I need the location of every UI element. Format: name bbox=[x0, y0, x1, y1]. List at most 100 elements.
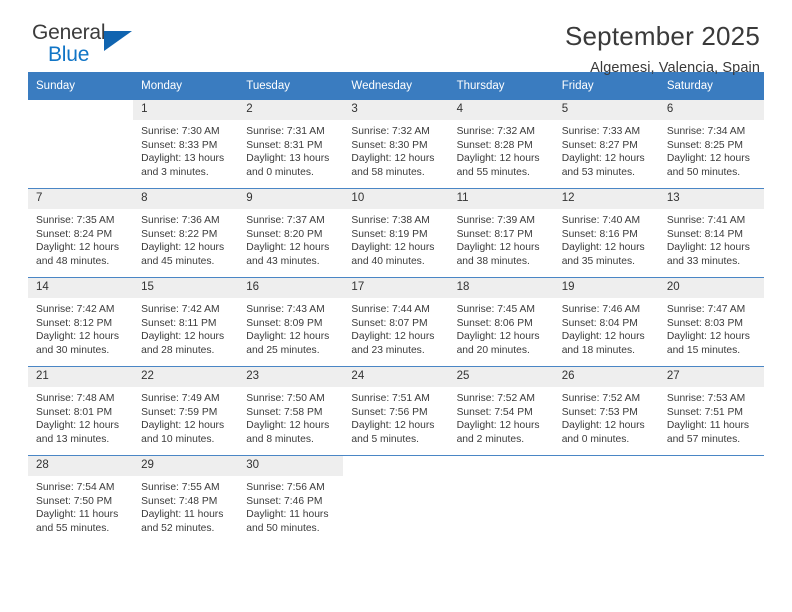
day-number bbox=[553, 456, 659, 476]
day-number: 10 bbox=[343, 189, 449, 209]
sunset-text: Sunset: 8:16 PM bbox=[561, 228, 638, 240]
calendar-week-row: 28 Sunrise: 7:54 AM Sunset: 7:50 PM Dayligh… bbox=[28, 455, 764, 544]
day-details: Sunrise: 7:48 AM Sunset: 8:01 PM Daylight:… bbox=[28, 387, 133, 446]
calendar-page: General Blue September 2025 Algemesi, Va… bbox=[0, 0, 792, 612]
sunset-text: Sunset: 8:27 PM bbox=[561, 139, 638, 151]
calendar-header-row: Sunday Monday Tuesday Wednesday Thursday… bbox=[28, 72, 764, 100]
calendar-day-cell[interactable]: 19 Sunrise: 7:46 AM Sunset: 8:04 PM Dayligh… bbox=[553, 277, 659, 367]
calendar-day-cell[interactable]: 13 Sunrise: 7:41 AM Sunset: 8:14 PM Dayligh… bbox=[658, 188, 764, 278]
calendar-week-row: 14 Sunrise: 7:42 AM Sunset: 8:12 PM Dayligh… bbox=[28, 277, 764, 367]
daylight-text-line1: Daylight: 11 hours bbox=[36, 509, 119, 521]
day-details: Sunrise: 7:34 AM Sunset: 8:25 PM Daylight:… bbox=[659, 120, 764, 179]
calendar-day-cell[interactable]: 1 Sunrise: 7:30 AM Sunset: 8:33 PM Daylight… bbox=[133, 100, 239, 189]
calendar-day-cell[interactable]: 26 Sunrise: 7:52 AM Sunset: 7:53 PM Dayligh… bbox=[553, 366, 659, 456]
day-details: Sunrise: 7:55 AM Sunset: 7:48 PM Daylight:… bbox=[133, 476, 238, 535]
calendar-table: Sunday Monday Tuesday Wednesday Thursday… bbox=[28, 72, 764, 544]
calendar-day-cell[interactable]: 10 Sunrise: 7:38 AM Sunset: 8:19 PM Dayligh… bbox=[343, 188, 449, 278]
calendar-day-cell[interactable]: 22 Sunrise: 7:49 AM Sunset: 7:59 PM Dayligh… bbox=[133, 366, 239, 456]
weekday-header-thursday: Thursday bbox=[448, 72, 554, 100]
day-number: 23 bbox=[238, 367, 344, 387]
daylight-text-line1: Daylight: 11 hours bbox=[246, 509, 329, 521]
sunrise-text: Sunrise: 7:36 AM bbox=[141, 215, 220, 226]
daylight-text-line1: Daylight: 12 hours bbox=[561, 242, 645, 254]
calendar-day-cell[interactable]: 6 Sunrise: 7:34 AM Sunset: 8:25 PM Daylight… bbox=[658, 100, 764, 189]
day-number: 5 bbox=[553, 100, 659, 120]
sunrise-text: Sunrise: 7:41 AM bbox=[666, 215, 746, 226]
day-number: 28 bbox=[28, 456, 134, 476]
sunrise-text: Sunrise: 7:30 AM bbox=[141, 126, 220, 137]
calendar-body: 1 Sunrise: 7:30 AM Sunset: 8:33 PM Daylight… bbox=[28, 100, 764, 544]
calendar-day-cell[interactable]: 4 Sunrise: 7:32 AM Sunset: 8:28 PM Daylight… bbox=[448, 100, 554, 189]
day-number: 19 bbox=[553, 278, 659, 298]
day-number: 21 bbox=[28, 367, 134, 387]
calendar-day-cell[interactable]: 15 Sunrise: 7:42 AM Sunset: 8:11 PM Dayligh… bbox=[133, 277, 239, 367]
calendar-day-cell[interactable]: 30 Sunrise: 7:56 AM Sunset: 7:46 PM Dayligh… bbox=[238, 455, 344, 544]
sunrise-text: Sunrise: 7:52 AM bbox=[561, 393, 641, 404]
sunrise-text: Sunrise: 7:32 AM bbox=[456, 126, 535, 137]
sunset-text: Sunset: 8:04 PM bbox=[561, 317, 638, 329]
day-number: 9 bbox=[238, 189, 344, 209]
calendar-day-cell[interactable]: 8 Sunrise: 7:36 AM Sunset: 8:22 PM Daylight… bbox=[133, 188, 239, 278]
title-block: September 2025 Algemesi, Valencia, Spain bbox=[565, 22, 764, 76]
calendar-day-cell[interactable]: 25 Sunrise: 7:52 AM Sunset: 7:54 PM Dayligh… bbox=[448, 366, 554, 456]
day-details: Sunrise: 7:41 AM Sunset: 8:14 PM Daylight:… bbox=[659, 209, 764, 268]
day-details: Sunrise: 7:51 AM Sunset: 7:56 PM Daylight:… bbox=[343, 387, 448, 446]
daylight-text-line1: Daylight: 12 hours bbox=[351, 331, 435, 343]
daylight-text-line2: and 18 minutes. bbox=[561, 344, 635, 356]
calendar-day-cell[interactable]: 14 Sunrise: 7:42 AM Sunset: 8:12 PM Dayligh… bbox=[28, 277, 134, 367]
sunrise-text: Sunrise: 7:48 AM bbox=[36, 393, 115, 404]
sunset-text: Sunset: 7:50 PM bbox=[36, 495, 113, 507]
sunrise-text: Sunrise: 7:46 AM bbox=[561, 304, 641, 315]
calendar-day-cell[interactable]: 29 Sunrise: 7:55 AM Sunset: 7:48 PM Dayligh… bbox=[133, 455, 239, 544]
calendar-day-cell[interactable]: 12 Sunrise: 7:40 AM Sunset: 8:16 PM Dayligh… bbox=[553, 188, 659, 278]
daylight-text-line2: and 57 minutes. bbox=[666, 433, 741, 445]
calendar-day-cell[interactable]: 28 Sunrise: 7:54 AM Sunset: 7:50 PM Dayligh… bbox=[28, 455, 134, 544]
calendar-day-cell[interactable]: 16 Sunrise: 7:43 AM Sunset: 8:09 PM Dayligh… bbox=[238, 277, 344, 367]
sunrise-text: Sunrise: 7:47 AM bbox=[666, 304, 746, 315]
sunset-text: Sunset: 8:24 PM bbox=[36, 228, 113, 240]
brand-logo[interactable]: General Blue bbox=[28, 22, 152, 65]
day-details: Sunrise: 7:35 AM Sunset: 8:24 PM Daylight:… bbox=[28, 209, 133, 268]
calendar-day-cell[interactable]: 2 Sunrise: 7:31 AM Sunset: 8:31 PM Daylight… bbox=[238, 100, 344, 189]
daylight-text-line1: Daylight: 12 hours bbox=[561, 420, 645, 432]
day-details: Sunrise: 7:56 AM Sunset: 7:46 PM Daylight:… bbox=[238, 476, 343, 535]
daylight-text-line1: Daylight: 12 hours bbox=[351, 153, 435, 165]
sunset-text: Sunset: 7:53 PM bbox=[561, 406, 638, 418]
calendar-day-cell[interactable]: 17 Sunrise: 7:44 AM Sunset: 8:07 PM Dayligh… bbox=[343, 277, 449, 367]
day-number: 3 bbox=[343, 100, 449, 120]
calendar-day-cell[interactable]: 11 Sunrise: 7:39 AM Sunset: 8:17 PM Dayligh… bbox=[448, 188, 554, 278]
sunset-text: Sunset: 8:25 PM bbox=[666, 139, 743, 151]
day-number: 1 bbox=[133, 100, 239, 120]
day-number: 8 bbox=[133, 189, 239, 209]
calendar-day-cell[interactable]: 20 Sunrise: 7:47 AM Sunset: 8:03 PM Dayligh… bbox=[658, 277, 764, 367]
day-details: Sunrise: 7:52 AM Sunset: 7:53 PM Daylight:… bbox=[554, 387, 659, 446]
calendar-day-cell[interactable]: 23 Sunrise: 7:50 AM Sunset: 7:58 PM Dayligh… bbox=[238, 366, 344, 456]
daylight-text-line2: and 5 minutes. bbox=[351, 433, 419, 445]
sunset-text: Sunset: 8:22 PM bbox=[141, 228, 218, 240]
calendar-day-cell[interactable]: 24 Sunrise: 7:51 AM Sunset: 7:56 PM Dayligh… bbox=[343, 366, 449, 456]
sunrise-text: Sunrise: 7:34 AM bbox=[666, 126, 746, 137]
calendar-day-cell[interactable]: 27 Sunrise: 7:53 AM Sunset: 7:51 PM Dayligh… bbox=[658, 366, 764, 456]
calendar-day-cell[interactable]: 7 Sunrise: 7:35 AM Sunset: 8:24 PM Daylight… bbox=[28, 188, 134, 278]
calendar-day-cell[interactable]: 3 Sunrise: 7:32 AM Sunset: 8:30 PM Daylight… bbox=[343, 100, 449, 189]
calendar-day-cell[interactable]: 9 Sunrise: 7:37 AM Sunset: 8:20 PM Daylight… bbox=[238, 188, 344, 278]
calendar-day-cell-empty bbox=[553, 455, 659, 544]
calendar-day-cell[interactable]: 21 Sunrise: 7:48 AM Sunset: 8:01 PM Dayligh… bbox=[28, 366, 134, 456]
sunset-text: Sunset: 8:28 PM bbox=[456, 139, 533, 151]
day-details: Sunrise: 7:44 AM Sunset: 8:07 PM Daylight:… bbox=[343, 298, 448, 357]
page-title: September 2025 bbox=[564, 21, 760, 51]
daylight-text-line2: and 45 minutes. bbox=[141, 255, 215, 267]
day-number: 7 bbox=[28, 189, 134, 209]
sunrise-text: Sunrise: 7:50 AM bbox=[246, 393, 325, 404]
daylight-text-line1: Daylight: 12 hours bbox=[666, 242, 750, 254]
weekday-header-saturday: Saturday bbox=[658, 72, 764, 100]
sunset-text: Sunset: 8:31 PM bbox=[246, 139, 323, 151]
calendar-day-cell[interactable]: 5 Sunrise: 7:33 AM Sunset: 8:27 PM Daylight… bbox=[553, 100, 659, 189]
sunset-text: Sunset: 8:33 PM bbox=[141, 139, 218, 151]
day-number: 29 bbox=[133, 456, 239, 476]
daylight-text-line2: and 33 minutes. bbox=[666, 255, 741, 267]
daylight-text-line2: and 28 minutes. bbox=[141, 344, 215, 356]
sunset-text: Sunset: 8:07 PM bbox=[351, 317, 428, 329]
calendar-day-cell[interactable]: 18 Sunrise: 7:45 AM Sunset: 8:06 PM Dayligh… bbox=[448, 277, 554, 367]
day-details bbox=[554, 476, 659, 481]
